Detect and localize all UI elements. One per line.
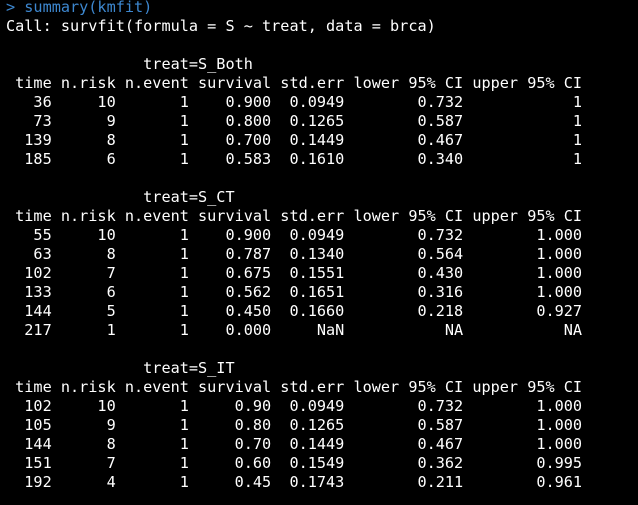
table-row: 102 7 1 0.675 0.1551 0.430 1.000 <box>6 264 583 282</box>
group-title: treat=S_Both <box>6 55 253 73</box>
table-row: 144 8 1 0.70 0.1449 0.467 1.000 <box>6 435 583 453</box>
command-prompt-line: > summary(kmfit) <box>6 0 153 16</box>
table-row: 133 6 1 0.562 0.1651 0.316 1.000 <box>6 283 583 301</box>
table-row: 144 5 1 0.450 0.1660 0.218 0.927 <box>6 302 583 320</box>
table-row: 73 9 1 0.800 0.1265 0.587 1 <box>6 112 583 130</box>
table-header: time n.risk n.event survival std.err low… <box>6 207 583 225</box>
table-row: 151 7 1 0.60 0.1549 0.362 0.995 <box>6 454 583 472</box>
table-row: 55 10 1 0.900 0.0949 0.732 1.000 <box>6 226 583 244</box>
table-row: 36 10 1 0.900 0.0949 0.732 1 <box>6 93 583 111</box>
r-console-output[interactable]: > summary(kmfit) Call: survfit(formula =… <box>6 0 636 492</box>
table-row: 217 1 1 0.000 NaN NA NA <box>6 321 583 339</box>
table-header: time n.risk n.event survival std.err low… <box>6 74 583 92</box>
table-row: 185 6 1 0.583 0.1610 0.340 1 <box>6 150 583 168</box>
call-line: Call: survfit(formula = S ~ treat, data … <box>6 17 436 35</box>
group-block-s-ct: treat=S_CT time n.risk n.event survival … <box>6 188 636 340</box>
table-row: 63 8 1 0.787 0.1340 0.564 1.000 <box>6 245 583 263</box>
group-title: treat=S_IT <box>6 359 235 377</box>
table-header: time n.risk n.event survival std.err low… <box>6 378 583 396</box>
table-row: 139 8 1 0.700 0.1449 0.467 1 <box>6 131 583 149</box>
table-row: 105 9 1 0.80 0.1265 0.587 1.000 <box>6 416 583 434</box>
group-block-s-it: treat=S_IT time n.risk n.event survival … <box>6 359 636 492</box>
group-block-s-both: treat=S_Both time n.risk n.event surviva… <box>6 55 636 169</box>
group-title: treat=S_CT <box>6 188 235 206</box>
table-row: 102 10 1 0.90 0.0949 0.732 1.000 <box>6 397 583 415</box>
table-row: 192 4 1 0.45 0.1743 0.211 0.961 <box>6 473 583 491</box>
